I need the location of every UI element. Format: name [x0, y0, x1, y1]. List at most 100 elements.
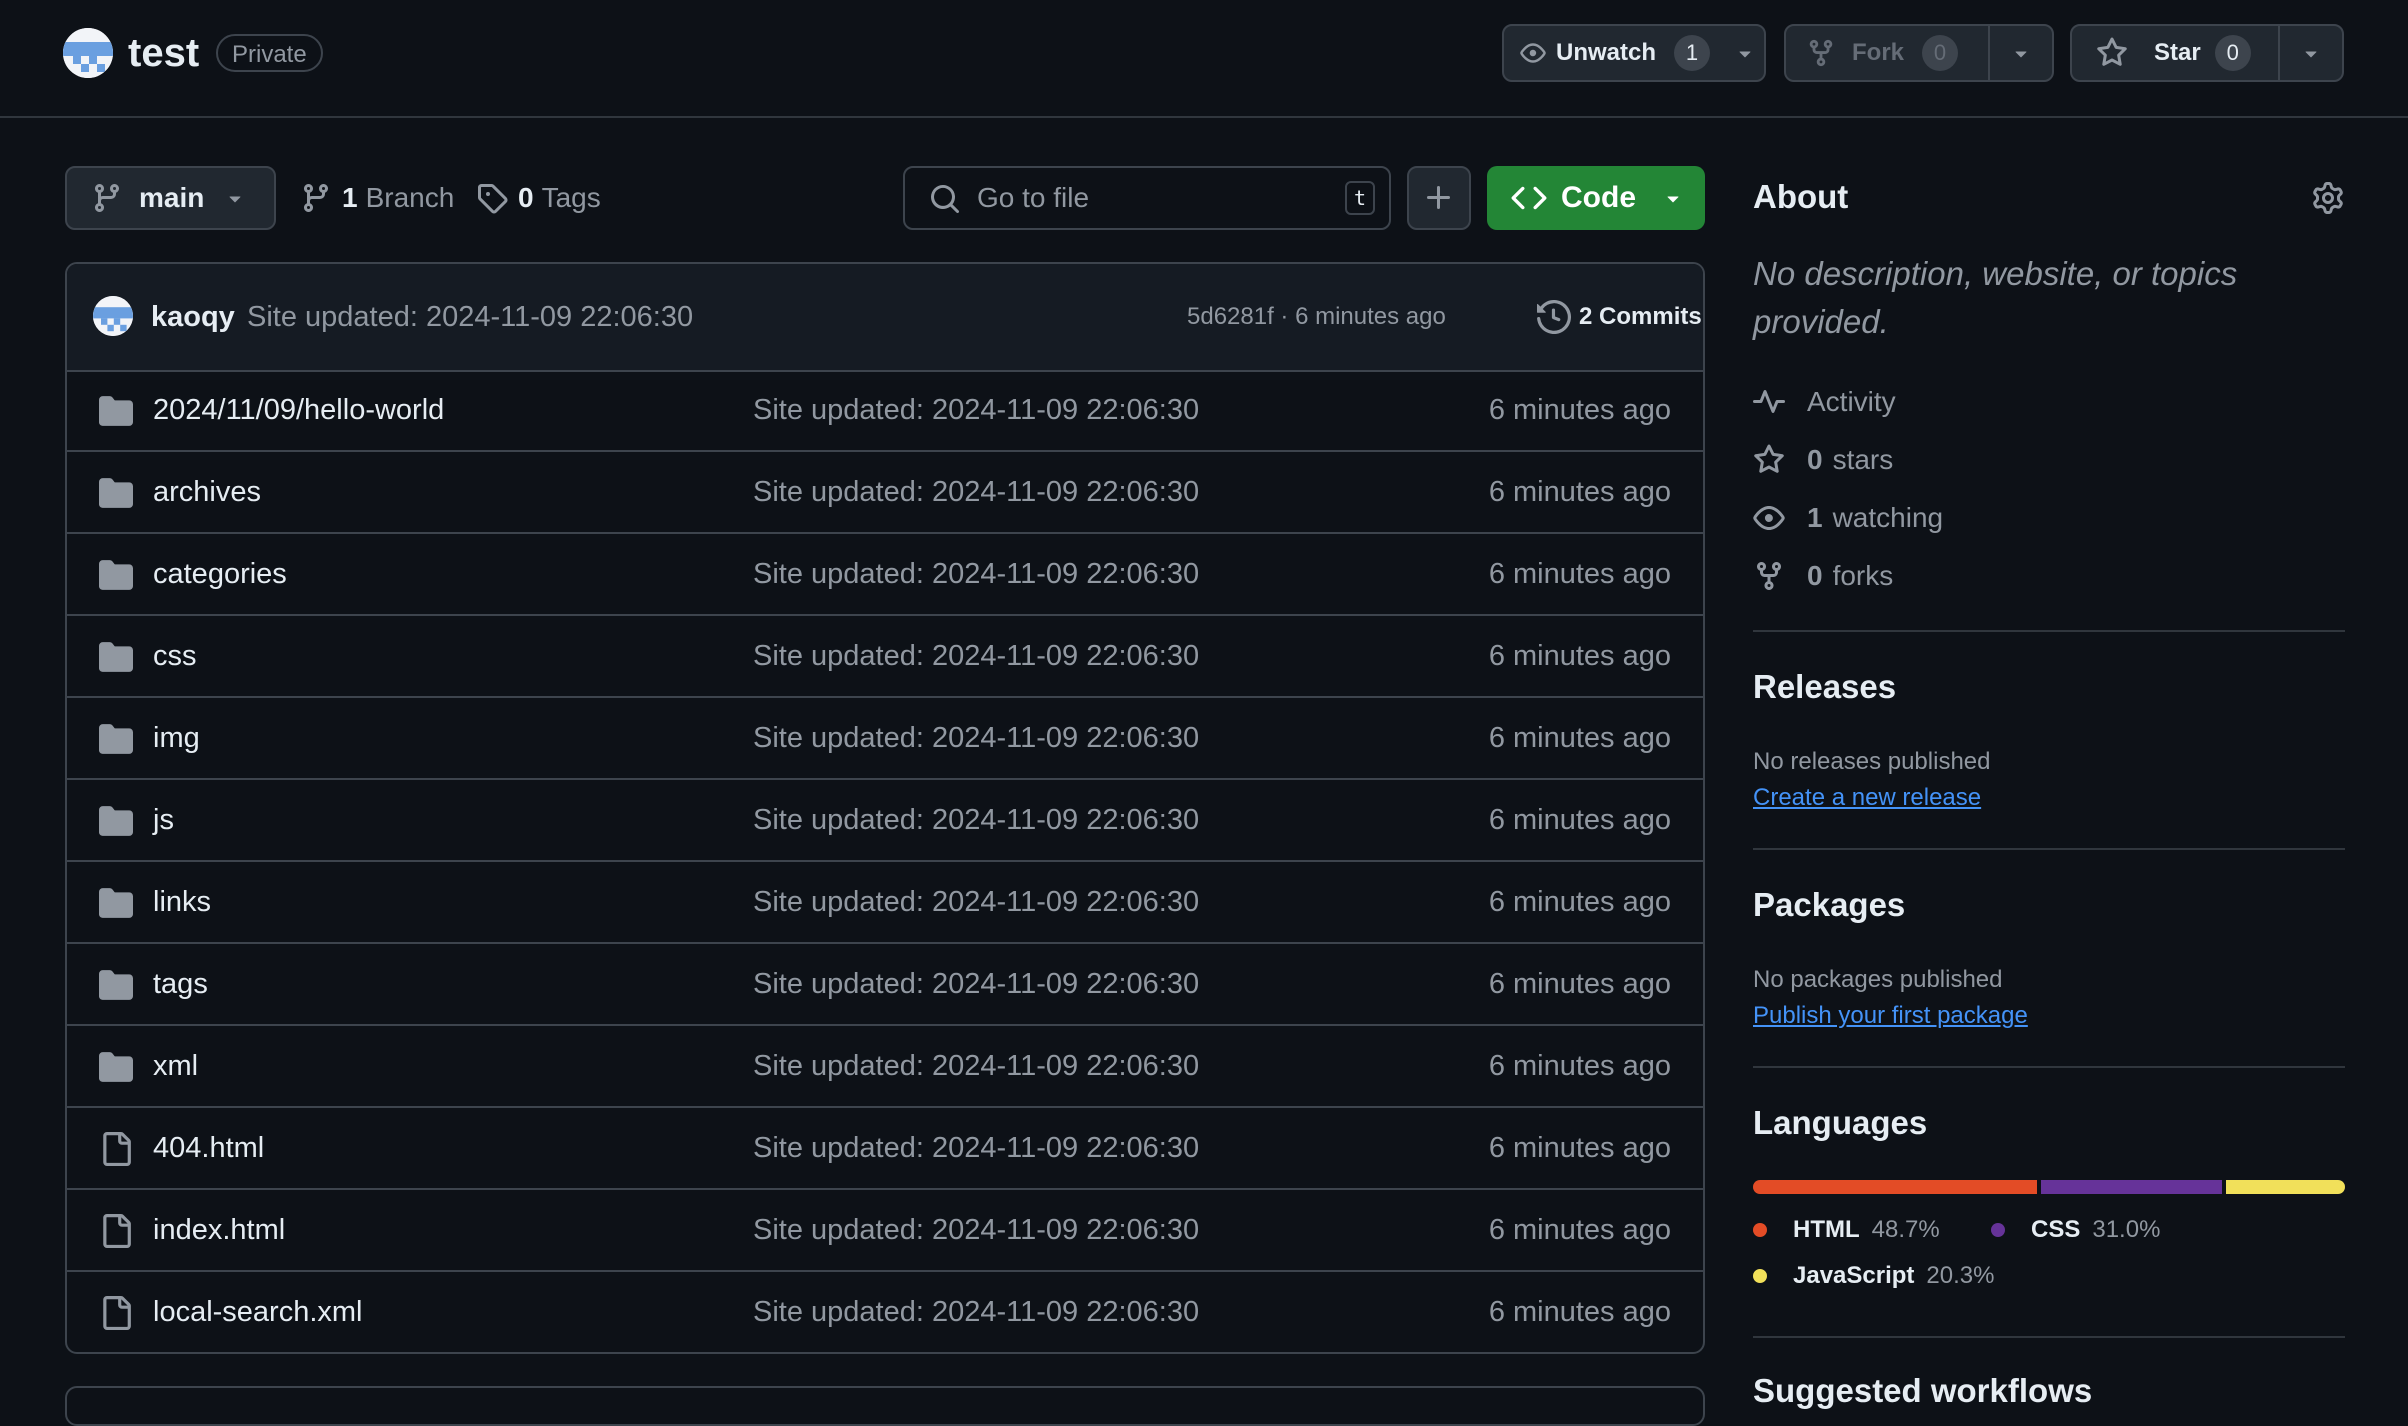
add-file-button[interactable] [1407, 166, 1471, 230]
language-percent: 31.0% [2092, 1216, 2161, 1243]
file-name[interactable]: 404.html [153, 1108, 264, 1188]
file-commit-message[interactable]: Site updated: 2024-11-09 22:06:30 [753, 534, 1199, 614]
commits-count-label: 2 Commits [1579, 303, 1702, 330]
packages-heading[interactable]: Packages [1753, 886, 1905, 924]
file-commit-message[interactable]: Site updated: 2024-11-09 22:06:30 [753, 862, 1199, 942]
shortcut-key: t [1345, 181, 1375, 215]
file-row[interactable]: xml Site updated: 2024-11-09 22:06:30 6 mi… [67, 1026, 1703, 1108]
tags-link[interactable]: 0 Tags [476, 166, 601, 230]
folder-icon [99, 558, 133, 592]
triangle-down-icon [1661, 186, 1685, 210]
author-avatar[interactable] [93, 296, 133, 336]
file-row[interactable]: index.html Site updated: 2024-11-09 22:06… [67, 1190, 1703, 1272]
language-color-dot [1753, 1269, 1767, 1283]
publish-package-link[interactable]: Publish your first package [1753, 1002, 2028, 1030]
commit-author[interactable]: kaoqy [151, 264, 235, 370]
file-name[interactable]: archives [153, 452, 261, 532]
file-row[interactable]: 404.html Site updated: 2024-11-09 22:06:3… [67, 1108, 1703, 1190]
file-row[interactable]: js Site updated: 2024-11-09 22:06:30 6 min… [67, 780, 1703, 862]
gear-icon[interactable] [2312, 182, 2344, 214]
file-row[interactable]: links Site updated: 2024-11-09 22:06:30 6 … [67, 862, 1703, 944]
language-name: CSS [2031, 1216, 2081, 1243]
unwatch-button[interactable]: Unwatch 1 [1520, 26, 1710, 80]
activity-link[interactable]: Activity [1753, 382, 1896, 422]
file-commit-message[interactable]: Site updated: 2024-11-09 22:06:30 [753, 1108, 1199, 1188]
tags-count: 0 [518, 182, 534, 213]
file-browser: kaoqy Site updated: 2024-11-09 22:06:30 … [65, 262, 1705, 1354]
code-button[interactable]: Code [1487, 166, 1705, 230]
owner-avatar[interactable] [63, 28, 113, 78]
file-commit-message[interactable]: Site updated: 2024-11-09 22:06:30 [753, 616, 1199, 696]
folder-icon [99, 476, 133, 510]
watching-link[interactable]: 1 watching [1753, 498, 1943, 538]
file-row[interactable]: archives Site updated: 2024-11-09 22:06:3… [67, 452, 1703, 534]
file-row[interactable]: img Site updated: 2024-11-09 22:06:30 6 mi… [67, 698, 1703, 780]
go-to-file-input[interactable]: Go to file t [903, 166, 1391, 230]
unwatch-label: Unwatch [1555, 39, 1656, 66]
file-commit-message[interactable]: Site updated: 2024-11-09 22:06:30 [753, 698, 1199, 778]
commit-message[interactable]: Site updated: 2024-11-09 22:06:30 [247, 264, 693, 370]
file-name[interactable]: css [153, 616, 197, 696]
file-row[interactable]: css Site updated: 2024-11-09 22:06:30 6 mi… [67, 616, 1703, 698]
file-commit-age: 6 minutes ago [1488, 1132, 1671, 1164]
file-commit-message[interactable]: Site updated: 2024-11-09 22:06:30 [753, 944, 1199, 1024]
file-commit-age: 6 minutes ago [1488, 968, 1671, 1000]
repo-name[interactable]: test [128, 26, 199, 80]
file-name[interactable]: local-search.xml [153, 1272, 363, 1352]
file-commit-message[interactable]: Site updated: 2024-11-09 22:06:30 [753, 1026, 1199, 1106]
file-name[interactable]: index.html [153, 1190, 285, 1270]
file-row[interactable]: tags Site updated: 2024-11-09 22:06:30 6 m… [67, 944, 1703, 1026]
file-name[interactable]: js [153, 780, 174, 860]
code-icon [1511, 180, 1547, 216]
language-bar [1753, 1180, 2345, 1194]
language-item[interactable]: HTML 48.7% [1753, 1216, 1940, 1244]
triangle-down-icon [2015, 51, 2027, 58]
language-name: HTML [1793, 1216, 1860, 1243]
file-commit-message[interactable]: Site updated: 2024-11-09 22:06:30 [753, 1272, 1199, 1352]
commit-sha-age[interactable]: 5d6281f · 6 minutes ago [1187, 264, 1446, 370]
branch-name: main [139, 182, 205, 213]
releases-empty-text: No releases published [1753, 748, 1991, 775]
file-name[interactable]: img [153, 698, 200, 778]
file-name[interactable]: categories [153, 534, 287, 614]
divider [1753, 630, 2345, 632]
releases-heading[interactable]: Releases [1753, 668, 1896, 706]
watch-dropdown[interactable] [1726, 26, 1764, 80]
file-name[interactable]: xml [153, 1026, 198, 1106]
file-row[interactable]: local-search.xml Site updated: 2024-11-09… [67, 1272, 1703, 1352]
file-commit-age: 6 minutes ago [1488, 1214, 1671, 1246]
language-color-dot [1753, 1223, 1767, 1237]
fork-dropdown[interactable] [1990, 26, 2052, 80]
stars-link[interactable]: 0 stars [1753, 440, 1893, 480]
create-release-link[interactable]: Create a new release [1753, 784, 1981, 812]
language-item[interactable]: CSS 31.0% [1991, 1216, 2160, 1244]
file-row[interactable]: 2024/11/09/hello-world Site updated: 2024… [67, 370, 1703, 452]
history-icon [1537, 300, 1571, 334]
language-item[interactable]: JavaScript 20.3% [1753, 1262, 1994, 1290]
tags-label: Tags [541, 182, 601, 213]
commits-link[interactable]: 2 Commits [1537, 264, 1702, 370]
file-commit-age: 6 minutes ago [1488, 1050, 1671, 1082]
star-button[interactable]: Star 0 [2096, 26, 2276, 80]
star-count: 0 [2214, 35, 2251, 71]
file-commit-age: 6 minutes ago [1488, 476, 1671, 508]
language-percent: 48.7% [1871, 1216, 1940, 1243]
file-commit-age: 6 minutes ago [1488, 394, 1671, 426]
forks-link[interactable]: 0 forks [1753, 556, 1893, 596]
fork-button[interactable]: Fork 0 [1806, 26, 1976, 80]
file-commit-message[interactable]: Site updated: 2024-11-09 22:06:30 [753, 780, 1199, 860]
branch-selector[interactable]: main [65, 166, 276, 230]
stars-label: stars [1832, 444, 1894, 475]
file-commit-message[interactable]: Site updated: 2024-11-09 22:06:30 [753, 452, 1199, 532]
file-commit-message[interactable]: Site updated: 2024-11-09 22:06:30 [753, 1190, 1199, 1270]
repo-header: test Private Unwatch 1 Fork 0 Star 0 [0, 0, 2408, 118]
branches-link[interactable]: 1 Branch [300, 166, 454, 230]
file-name[interactable]: links [153, 862, 211, 942]
file-name[interactable]: 2024/11/09/hello-world [153, 370, 444, 450]
star-dropdown[interactable] [2280, 26, 2342, 80]
star-icon [1753, 444, 1789, 476]
file-name[interactable]: tags [153, 944, 208, 1024]
file-row[interactable]: categories Site updated: 2024-11-09 22:06… [67, 534, 1703, 616]
file-commit-message[interactable]: Site updated: 2024-11-09 22:06:30 [753, 370, 1199, 450]
file-commit-age: 6 minutes ago [1488, 804, 1671, 836]
